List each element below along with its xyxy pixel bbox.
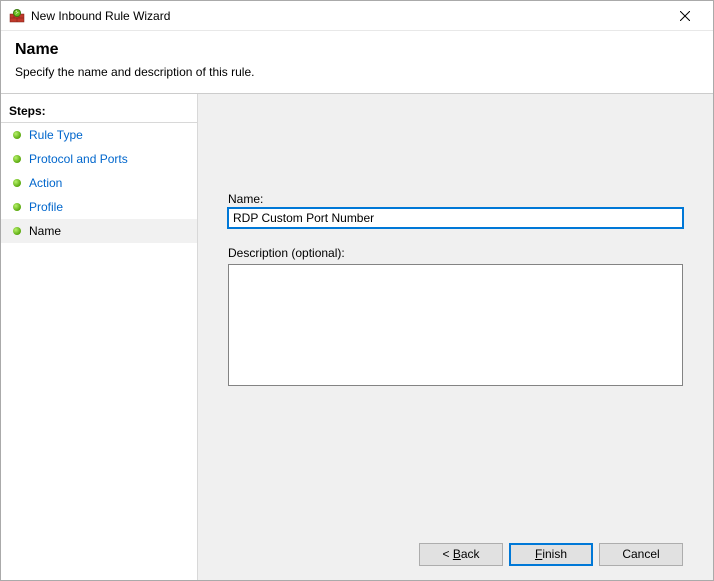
description-input[interactable] bbox=[228, 264, 683, 386]
firewall-icon bbox=[9, 8, 25, 24]
step-rule-type[interactable]: Rule Type bbox=[1, 123, 197, 147]
step-action[interactable]: Action bbox=[1, 171, 197, 195]
finish-button[interactable]: Finish bbox=[509, 543, 593, 566]
cancel-button[interactable]: Cancel bbox=[599, 543, 683, 566]
body: Steps: Rule Type Protocol and Ports Acti… bbox=[1, 94, 713, 580]
step-label: Action bbox=[29, 176, 62, 190]
step-label: Protocol and Ports bbox=[29, 152, 128, 166]
main-panel: Name: Description (optional): < Back Fin… bbox=[197, 94, 713, 580]
header: Name Specify the name and description of… bbox=[1, 31, 713, 94]
window-title: New Inbound Rule Wizard bbox=[31, 9, 665, 23]
step-protocol-and-ports[interactable]: Protocol and Ports bbox=[1, 147, 197, 171]
step-label: Name bbox=[29, 224, 61, 238]
page-subtitle: Specify the name and description of this… bbox=[15, 65, 699, 79]
close-button[interactable] bbox=[665, 2, 705, 30]
step-profile[interactable]: Profile bbox=[1, 195, 197, 219]
step-label: Rule Type bbox=[29, 128, 83, 142]
description-label: Description (optional): bbox=[228, 246, 683, 260]
step-bullet-icon bbox=[13, 203, 21, 211]
name-field-block: Name: bbox=[228, 192, 683, 228]
step-bullet-icon bbox=[13, 179, 21, 187]
button-row: < Back Finish Cancel bbox=[228, 533, 683, 566]
back-button[interactable]: < Back bbox=[419, 543, 503, 566]
step-bullet-icon bbox=[13, 131, 21, 139]
name-input[interactable] bbox=[228, 208, 683, 228]
steps-sidebar: Steps: Rule Type Protocol and Ports Acti… bbox=[1, 94, 197, 580]
form-area: Name: Description (optional): bbox=[228, 112, 683, 533]
description-field-block: Description (optional): bbox=[228, 246, 683, 389]
titlebar: New Inbound Rule Wizard bbox=[1, 1, 713, 31]
steps-heading: Steps: bbox=[1, 100, 197, 123]
name-label: Name: bbox=[228, 192, 683, 206]
step-bullet-icon bbox=[13, 155, 21, 163]
wizard-window: New Inbound Rule Wizard Name Specify the… bbox=[0, 0, 714, 581]
step-name[interactable]: Name bbox=[1, 219, 197, 243]
page-heading: Name bbox=[15, 41, 699, 59]
step-label: Profile bbox=[29, 200, 63, 214]
step-bullet-icon bbox=[13, 227, 21, 235]
